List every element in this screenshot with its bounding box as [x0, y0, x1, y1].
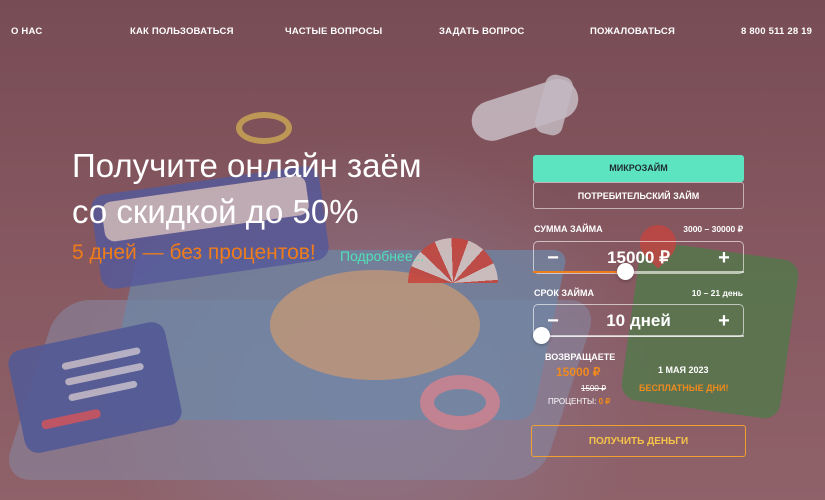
nav-ask-question[interactable]: ЗАДАТЬ ВОПРОС — [439, 26, 525, 37]
term-stepper: − 10 дней + — [533, 304, 744, 337]
hero-title-line2: со скидкой до 50% — [72, 193, 359, 230]
tab-microloan[interactable]: МИКРОЗАЙМ — [533, 155, 744, 182]
get-money-button[interactable]: ПОЛУЧИТЬ ДЕНЬГИ — [531, 425, 746, 457]
term-range: 10 – 21 день — [691, 288, 743, 298]
interest-value: 0 ₽ — [598, 397, 611, 406]
nav-phone[interactable]: 8 800 511 28 19 — [741, 26, 812, 37]
amount-slider-fill — [533, 271, 626, 273]
term-plus-button[interactable]: + — [711, 308, 737, 334]
amount-plus-button[interactable]: + — [711, 245, 737, 271]
amount-label: СУММА ЗАЙМА — [534, 224, 603, 234]
nav-how-to-use[interactable]: КАК ПОЛЬЗОВАТЬСЯ — [130, 26, 234, 37]
amount-stepper: − 15000 ₽ + — [533, 241, 744, 274]
return-amount: 15000 ₽ — [556, 365, 601, 379]
free-days-note: БЕСПЛАТНЫЕ ДНИ! — [639, 383, 729, 393]
term-label: СРОК ЗАЙМА — [534, 288, 594, 298]
return-label: ВОЗВРАЩАЕТЕ — [545, 352, 616, 362]
nav-about[interactable]: О НАС — [11, 26, 42, 37]
repay-date: 1 МАЯ 2023 — [658, 365, 709, 375]
term-value: 10 дней — [606, 311, 671, 330]
hero-title: Получите онлайн заём со скидкой до 50% — [72, 143, 492, 235]
amount-range: 3000 – 30000 ₽ — [683, 224, 743, 234]
tab-consumer-loan[interactable]: ПОТРЕБИТЕЛЬСКИЙ ЗАЙМ — [533, 182, 744, 209]
amount-slider-track[interactable] — [533, 271, 744, 273]
more-link[interactable]: Подробнее... — [340, 248, 424, 264]
term-slider-thumb[interactable] — [533, 327, 550, 344]
interest-row: ПРОЦЕНТЫ: 0 ₽ — [548, 397, 610, 406]
hero-title-line1: Получите онлайн заём — [72, 147, 422, 184]
nav-complain[interactable]: ПОЖАЛОВАТЬСЯ — [590, 26, 675, 37]
term-slider-track[interactable] — [533, 335, 744, 337]
amount-value: 15000 ₽ — [607, 248, 670, 267]
hero-subtitle: 5 дней — без процентов! — [72, 241, 316, 264]
interest-label: ПРОЦЕНТЫ: — [548, 397, 597, 406]
top-nav: О НАС КАК ПОЛЬЗОВАТЬСЯ ЧАСТЫЕ ВОПРОСЫ ЗА… — [0, 0, 825, 62]
nav-faq[interactable]: ЧАСТЫЕ ВОПРОСЫ — [285, 26, 382, 37]
old-amount: 1500 ₽ — [581, 384, 607, 393]
amount-minus-button[interactable]: − — [540, 245, 566, 271]
